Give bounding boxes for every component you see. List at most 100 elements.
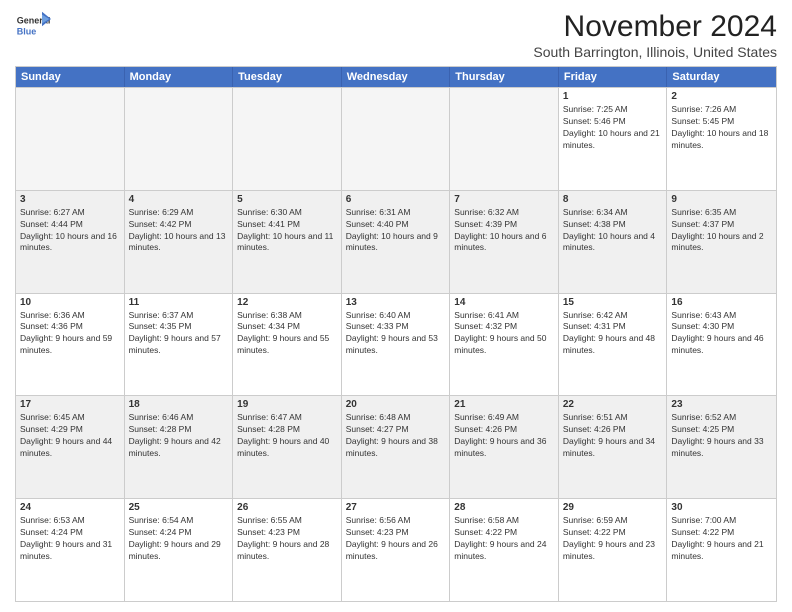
calendar-cell: 5 Sunrise: 6:30 AM Sunset: 4:41 PM Daylig… [233,191,342,293]
calendar-header-day: Thursday [450,67,559,87]
calendar-cell: 7 Sunrise: 6:32 AM Sunset: 4:39 PM Daylig… [450,191,559,293]
cell-detail: Sunrise: 6:43 AM Sunset: 4:30 PM Dayligh… [671,310,772,358]
cell-detail: Sunrise: 6:30 AM Sunset: 4:41 PM Dayligh… [237,207,337,255]
main-title: November 2024 [533,10,777,44]
calendar-header-day: Wednesday [342,67,451,87]
day-number: 19 [237,399,337,410]
day-number: 27 [346,502,446,513]
day-number: 20 [346,399,446,410]
cell-detail: Sunrise: 7:26 AM Sunset: 5:45 PM Dayligh… [671,104,772,152]
cell-detail: Sunrise: 6:42 AM Sunset: 4:31 PM Dayligh… [563,310,663,358]
cell-detail: Sunrise: 6:51 AM Sunset: 4:26 PM Dayligh… [563,412,663,460]
calendar-cell: 22 Sunrise: 6:51 AM Sunset: 4:26 PM Dayli… [559,396,668,498]
calendar-cell: 23Sunrise: 6:52 AM Sunset: 4:25 PM Dayli… [667,396,776,498]
logo-icon: General Blue [15,10,51,46]
calendar-cell: 16 Sunrise: 6:43 AM Sunset: 4:30 PM Dayli… [667,294,776,396]
cell-detail: Sunrise: 6:38 AM Sunset: 4:34 PM Dayligh… [237,310,337,358]
calendar-cell: 9Sunrise: 6:35 AM Sunset: 4:37 PM Daylig… [667,191,776,293]
day-number: 18 [129,399,229,410]
day-number: 28 [454,502,554,513]
cell-detail: Sunrise: 6:58 AM Sunset: 4:22 PM Dayligh… [454,515,554,563]
calendar-header-day: Sunday [16,67,125,87]
cell-detail: Sunrise: 6:40 AM Sunset: 4:33 PM Dayligh… [346,310,446,358]
calendar-header-day: Monday [125,67,234,87]
calendar-row: 10 Sunrise: 6:36 AM Sunset: 4:36 PM Dayli… [16,293,776,396]
calendar-cell: 4Sunrise: 6:29 AM Sunset: 4:42 PM Daylig… [125,191,234,293]
calendar-cell [450,88,559,190]
cell-detail: Sunrise: 6:36 AM Sunset: 4:36 PM Dayligh… [20,310,120,358]
calendar-cell: 12 Sunrise: 6:38 AM Sunset: 4:34 PM Dayli… [233,294,342,396]
calendar-header-day: Tuesday [233,67,342,87]
calendar-cell: 13 Sunrise: 6:40 AM Sunset: 4:33 PM Dayli… [342,294,451,396]
day-number: 30 [671,502,772,513]
calendar-cell: 15 Sunrise: 6:42 AM Sunset: 4:31 PM Dayli… [559,294,668,396]
logo: General Blue [15,10,51,46]
day-number: 12 [237,297,337,308]
day-number: 15 [563,297,663,308]
calendar-row: 24 Sunrise: 6:53 AM Sunset: 4:24 PM Dayli… [16,498,776,601]
day-number: 14 [454,297,554,308]
cell-detail: Sunrise: 6:34 AM Sunset: 4:38 PM Dayligh… [563,207,663,255]
cell-detail: Sunrise: 6:59 AM Sunset: 4:22 PM Dayligh… [563,515,663,563]
calendar-cell: 21 Sunrise: 6:49 AM Sunset: 4:26 PM Dayli… [450,396,559,498]
calendar-cell [16,88,125,190]
calendar-cell: 19Sunrise: 6:47 AM Sunset: 4:28 PM Dayli… [233,396,342,498]
day-number: 13 [346,297,446,308]
calendar-body: 1Sunrise: 7:25 AM Sunset: 5:46 PM Daylig… [16,87,776,601]
day-number: 21 [454,399,554,410]
day-number: 6 [346,194,446,205]
day-number: 16 [671,297,772,308]
day-number: 26 [237,502,337,513]
day-number: 5 [237,194,337,205]
calendar-cell: 3 Sunrise: 6:27 AM Sunset: 4:44 PM Daylig… [16,191,125,293]
calendar-cell: 25 Sunrise: 6:54 AM Sunset: 4:24 PM Dayli… [125,499,234,601]
calendar-row: 1Sunrise: 7:25 AM Sunset: 5:46 PM Daylig… [16,87,776,190]
calendar-header-day: Friday [559,67,668,87]
cell-detail: Sunrise: 6:53 AM Sunset: 4:24 PM Dayligh… [20,515,120,563]
calendar-cell: 29 Sunrise: 6:59 AM Sunset: 4:22 PM Dayli… [559,499,668,601]
cell-detail: Sunrise: 6:45 AM Sunset: 4:29 PM Dayligh… [20,412,120,460]
day-number: 17 [20,399,120,410]
calendar-cell: 26 Sunrise: 6:55 AM Sunset: 4:23 PM Dayli… [233,499,342,601]
cell-detail: Sunrise: 6:55 AM Sunset: 4:23 PM Dayligh… [237,515,337,563]
calendar-cell: 20 Sunrise: 6:48 AM Sunset: 4:27 PM Dayli… [342,396,451,498]
cell-detail: Sunrise: 6:32 AM Sunset: 4:39 PM Dayligh… [454,207,554,255]
calendar-cell: 11Sunrise: 6:37 AM Sunset: 4:35 PM Dayli… [125,294,234,396]
cell-detail: Sunrise: 6:35 AM Sunset: 4:37 PM Dayligh… [671,207,772,255]
cell-detail: Sunrise: 6:56 AM Sunset: 4:23 PM Dayligh… [346,515,446,563]
day-number: 25 [129,502,229,513]
svg-text:Blue: Blue [17,26,37,36]
cell-detail: Sunrise: 6:52 AM Sunset: 4:25 PM Dayligh… [671,412,772,460]
calendar-cell: 27 Sunrise: 6:56 AM Sunset: 4:23 PM Dayli… [342,499,451,601]
calendar-cell: 30Sunrise: 7:00 AM Sunset: 4:22 PM Dayli… [667,499,776,601]
day-number: 7 [454,194,554,205]
calendar-cell: 14 Sunrise: 6:41 AM Sunset: 4:32 PM Dayli… [450,294,559,396]
day-number: 29 [563,502,663,513]
cell-detail: Sunrise: 6:54 AM Sunset: 4:24 PM Dayligh… [129,515,229,563]
calendar-cell [233,88,342,190]
calendar-header: SundayMondayTuesdayWednesdayThursdayFrid… [16,67,776,87]
cell-detail: Sunrise: 7:25 AM Sunset: 5:46 PM Dayligh… [563,104,663,152]
calendar-cell: 17 Sunrise: 6:45 AM Sunset: 4:29 PM Dayli… [16,396,125,498]
day-number: 24 [20,502,120,513]
day-number: 4 [129,194,229,205]
cell-detail: Sunrise: 6:48 AM Sunset: 4:27 PM Dayligh… [346,412,446,460]
calendar-cell [125,88,234,190]
cell-detail: Sunrise: 6:41 AM Sunset: 4:32 PM Dayligh… [454,310,554,358]
day-number: 3 [20,194,120,205]
calendar: SundayMondayTuesdayWednesdayThursdayFrid… [15,66,777,602]
day-number: 10 [20,297,120,308]
calendar-cell: 2Sunrise: 7:26 AM Sunset: 5:45 PM Daylig… [667,88,776,190]
cell-detail: Sunrise: 6:46 AM Sunset: 4:28 PM Dayligh… [129,412,229,460]
day-number: 11 [129,297,229,308]
calendar-cell: 1Sunrise: 7:25 AM Sunset: 5:46 PM Daylig… [559,88,668,190]
subtitle: South Barrington, Illinois, United State… [533,44,777,60]
page-header: General Blue November 2024 South Barring… [15,10,777,60]
calendar-cell: 18 Sunrise: 6:46 AM Sunset: 4:28 PM Dayli… [125,396,234,498]
cell-detail: Sunrise: 6:49 AM Sunset: 4:26 PM Dayligh… [454,412,554,460]
calendar-row: 17 Sunrise: 6:45 AM Sunset: 4:29 PM Dayli… [16,395,776,498]
day-number: 22 [563,399,663,410]
calendar-cell: 8Sunrise: 6:34 AM Sunset: 4:38 PM Daylig… [559,191,668,293]
cell-detail: Sunrise: 6:27 AM Sunset: 4:44 PM Dayligh… [20,207,120,255]
calendar-cell: 24 Sunrise: 6:53 AM Sunset: 4:24 PM Dayli… [16,499,125,601]
